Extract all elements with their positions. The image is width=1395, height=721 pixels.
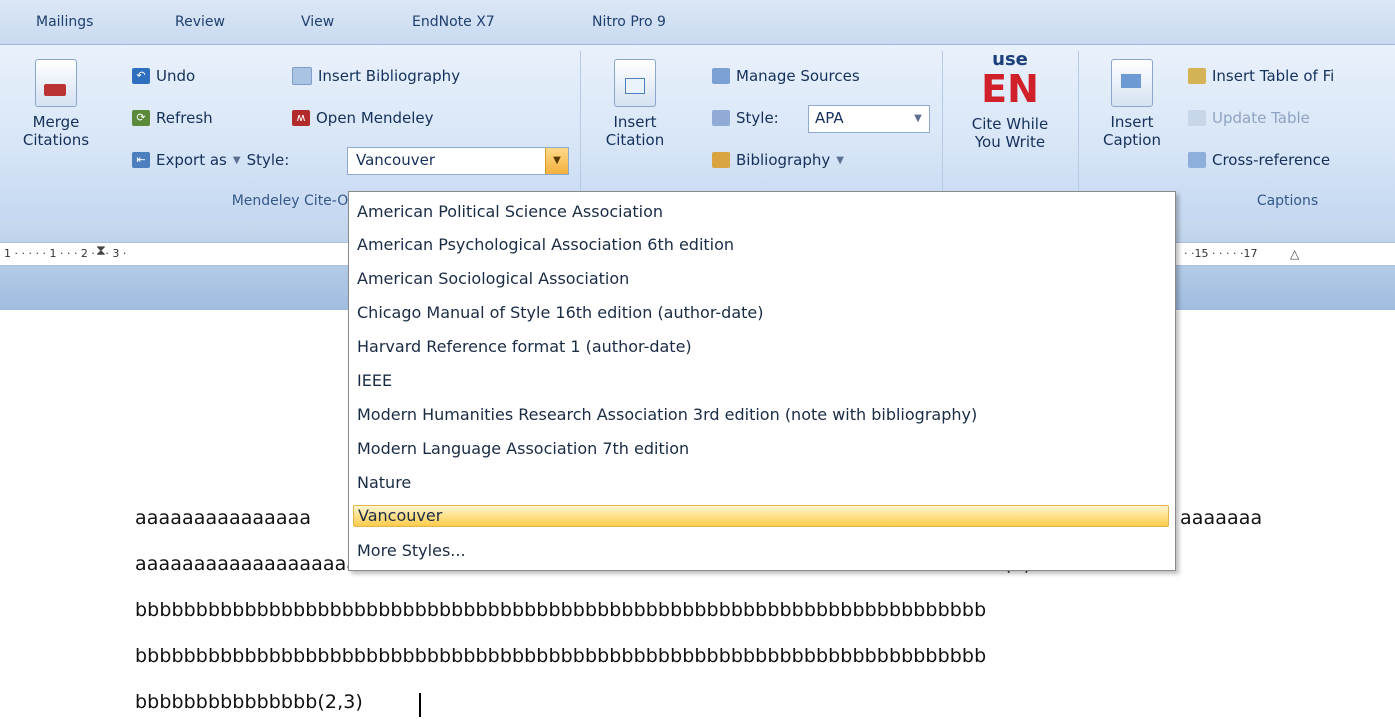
style-option[interactable]: Modern Language Association 7th edition: [357, 439, 689, 458]
undo-label: Undo: [156, 67, 196, 85]
merge-citations-label-top: Merge: [32, 113, 80, 131]
table-of-figures-icon: [1188, 68, 1206, 84]
insert-table-of-figures-button[interactable]: Insert Table of Fi: [1188, 67, 1334, 85]
insert-table-label: Insert Table of Fi: [1212, 67, 1335, 85]
export-label: Export as: [156, 151, 227, 169]
refresh-icon: ⟳: [132, 110, 150, 126]
doc-line-3: bbbbbbbbbbbbbbbbbbbbbbbbbbbbbbbbbbbbbbbb…: [135, 599, 987, 621]
group-separator: [580, 51, 581, 209]
bibliography-icon: [292, 67, 312, 85]
bibliography-label: Bibliography: [736, 151, 831, 169]
mendeley-style-label: Style:: [246, 151, 290, 169]
style-option[interactable]: American Sociological Association: [357, 269, 629, 288]
export-icon: ⇤: [132, 152, 150, 168]
ruler-right-numbers: · ·15 · · · · ·17: [1184, 247, 1258, 260]
style-option[interactable]: Nature: [357, 473, 411, 492]
more-styles-option[interactable]: More Styles...: [357, 541, 466, 560]
insert-caption-label-top: Insert: [1110, 113, 1154, 131]
cross-reference-label: Cross-reference: [1212, 151, 1331, 169]
bibliography-book-icon: [712, 152, 730, 168]
export-as-button[interactable]: ⇤ Export as ▼ Style:: [132, 151, 289, 169]
style-option[interactable]: IEEE: [357, 371, 392, 390]
open-mendeley-label: Open Mendeley: [316, 109, 434, 127]
style-option-selected[interactable]: Vancouver: [353, 505, 1169, 527]
tab-mailings[interactable]: Mailings: [36, 14, 93, 30]
update-table-icon: [1188, 110, 1206, 126]
mendeley-style-select[interactable]: Vancouver ▼: [347, 147, 569, 175]
refresh-label: Refresh: [156, 109, 213, 127]
group-separator: [1078, 51, 1079, 209]
bibliography-dropdown-icon: ▼: [836, 154, 844, 166]
style-option[interactable]: American Psychological Association 6th e…: [357, 235, 734, 254]
merge-citations-label-bottom: Citations: [22, 131, 90, 149]
tab-review[interactable]: Review: [175, 14, 225, 30]
manage-sources-icon: [712, 68, 730, 84]
style-icon: [712, 110, 730, 126]
style-option[interactable]: American Political Science Association: [357, 202, 663, 221]
insert-caption-label-bottom: Caption: [1103, 131, 1161, 149]
export-dropdown-icon: ▼: [232, 154, 241, 166]
citation-style-select[interactable]: APA ▼: [808, 105, 930, 133]
citation-style-row: Style:: [712, 109, 779, 127]
text-cursor: [419, 693, 421, 717]
open-mendeley-button[interactable]: ʍ Open Mendeley: [292, 109, 434, 127]
refresh-button[interactable]: ⟳ Refresh: [132, 109, 213, 127]
cite-while-you-write-button[interactable]: use EN Cite While You Write: [952, 51, 1068, 152]
manage-sources-label: Manage Sources: [736, 67, 860, 85]
style-option[interactable]: Chicago Manual of Style 16th edition (au…: [357, 303, 763, 322]
doc-line-1-right: aaaaaaa: [1180, 507, 1263, 529]
cross-reference-button[interactable]: Cross-reference: [1188, 151, 1330, 169]
citation-style-label: Style:: [736, 109, 779, 127]
insert-bibliography-button[interactable]: Insert Bibliography: [292, 67, 460, 85]
mendeley-style-value: Vancouver: [356, 151, 435, 169]
doc-line-5: bbbbbbbbbbbbbbb(2,3): [135, 691, 363, 713]
citation-style-value: APA: [815, 109, 844, 127]
merge-citations-button[interactable]: Merge Citations: [14, 59, 98, 149]
insert-caption-button[interactable]: Insert Caption: [1092, 59, 1172, 149]
merge-citations-icon: [35, 59, 77, 107]
cross-reference-icon: [1188, 152, 1206, 168]
manage-sources-button[interactable]: Manage Sources: [712, 67, 860, 85]
chevron-down-icon[interactable]: ▼: [907, 106, 929, 132]
endnote-logo-icon: EN: [981, 67, 1039, 111]
right-indent-marker-icon[interactable]: △: [1290, 247, 1299, 261]
undo-icon: ↶: [132, 68, 150, 84]
style-dropdown-menu: American Political Science Association A…: [348, 191, 1176, 571]
update-table-button[interactable]: Update Table: [1188, 109, 1310, 127]
style-option[interactable]: Harvard Reference format 1 (author-date): [357, 337, 692, 356]
insert-citation-icon: [614, 59, 656, 107]
insert-citation-label-top: Insert: [613, 113, 657, 131]
insert-citation-label-bottom: Citation: [605, 131, 665, 149]
update-table-label: Update Table: [1212, 109, 1310, 127]
tab-view[interactable]: View: [301, 14, 334, 30]
captions-group-label: Captions: [1256, 193, 1319, 209]
mendeley-icon: ʍ: [292, 110, 310, 126]
cite-while-label-top: Cite While: [971, 115, 1049, 133]
insert-bibliography-label: Insert Bibliography: [318, 67, 461, 85]
doc-line-1-left: aaaaaaaaaaaaaaa: [135, 507, 312, 529]
style-option[interactable]: Modern Humanities Research Association 3…: [357, 405, 977, 424]
tab-nitro[interactable]: Nitro Pro 9: [592, 14, 666, 30]
insert-citation-button[interactable]: Insert Citation: [592, 59, 678, 149]
bibliography-button[interactable]: Bibliography ▼: [712, 151, 844, 169]
indent-marker-icon[interactable]: ⧗: [96, 243, 106, 259]
ruler-left-numbers: 1 · · · · · 1 · · · 2 · · · 3 ·: [4, 247, 127, 260]
cite-while-label-bottom: You Write: [974, 133, 1046, 151]
chevron-down-icon[interactable]: ▼: [545, 148, 568, 174]
insert-caption-icon: [1111, 59, 1153, 107]
group-separator: [942, 51, 943, 209]
undo-button[interactable]: ↶ Undo: [132, 67, 195, 85]
tab-endnote[interactable]: EndNote X7: [412, 14, 495, 30]
ribbon-tab-bar: Mailings Review View EndNote X7 Nitro Pr…: [0, 0, 1395, 44]
doc-line-4: bbbbbbbbbbbbbbbbbbbbbbbbbbbbbbbbbbbbbbbb…: [135, 645, 987, 667]
